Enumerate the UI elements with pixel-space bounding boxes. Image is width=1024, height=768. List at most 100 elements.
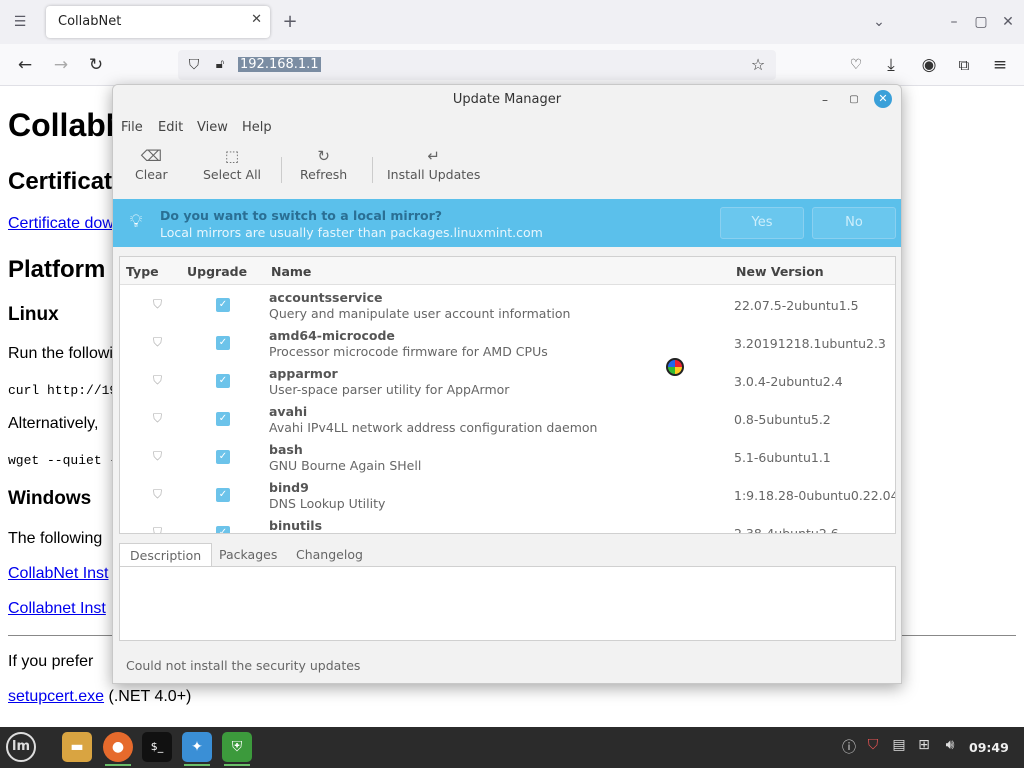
minimize-icon[interactable]: –	[816, 91, 834, 109]
shield-tray-icon[interactable]: ⛉	[864, 737, 882, 753]
package-name: apparmor	[269, 366, 338, 381]
refresh-button[interactable]: ↻ Refresh	[300, 147, 347, 182]
setupcert-link[interactable]: setupcert.exe	[8, 688, 104, 705]
firefox-icon[interactable]: ●	[103, 732, 133, 766]
maximize-icon[interactable]: ▢	[970, 12, 992, 32]
list-item[interactable]: ⛉ ✓ amd64-microcode Processor microcode …	[120, 325, 895, 363]
shield-icon: ⛉	[153, 297, 163, 311]
list-item[interactable]: ⛉ ✓ avahi Avahi IPv4LL network address c…	[120, 401, 895, 439]
terminal-icon[interactable]: $_	[142, 732, 172, 762]
upgrade-checkbox[interactable]: ✓	[216, 412, 230, 426]
alternatively-text: Alternatively,	[8, 415, 99, 432]
minimize-icon[interactable]: –	[943, 12, 965, 32]
download-icon[interactable]: ⤓	[879, 54, 903, 76]
clock[interactable]: 09:49	[969, 740, 1009, 755]
list-header: Type Upgrade Name New Version	[120, 257, 895, 285]
menu-view[interactable]: View	[197, 120, 228, 135]
tab-description[interactable]: Description	[119, 543, 213, 567]
updates-list[interactable]: Type Upgrade Name New Version ⛉ ✓ accoun…	[119, 256, 896, 534]
browser-tab-bar: ☰ CollabNet ✕ + ⌄ – ▢ ✕	[0, 0, 1024, 44]
select-all-label: Select All	[203, 167, 262, 182]
package-version: 1:9.18.28-0ubuntu0.22.04.1	[734, 488, 896, 503]
chevron-down-icon[interactable]: ⌄	[868, 12, 890, 32]
menu-help[interactable]: Help	[242, 120, 272, 135]
upgrade-checkbox[interactable]: ✓	[216, 336, 230, 350]
clear-icon: ⌫	[140, 147, 162, 165]
upgrade-checkbox[interactable]: ✓	[216, 298, 230, 312]
mirror-infobar: 💡︎ Do you want to switch to a local mirr…	[113, 199, 901, 247]
upgrade-checkbox[interactable]: ✓	[216, 450, 230, 464]
bookmark-star-icon[interactable]: ☆	[746, 54, 770, 76]
files-icon[interactable]: ▬	[62, 732, 92, 762]
platform-heading: Platform	[8, 256, 106, 283]
close-tab-icon[interactable]: ✕	[251, 12, 262, 27]
menu-file[interactable]: File	[121, 120, 143, 135]
collabnet-installer-link-1[interactable]: CollabNet Inst	[8, 565, 109, 583]
clear-button[interactable]: ⌫ Clear	[135, 147, 168, 182]
pocket-icon[interactable]: ♡	[844, 54, 868, 76]
url-text[interactable]: 192.168.1.1	[238, 57, 321, 72]
infobar-subtitle: Local mirrors are usually faster than pa…	[160, 225, 543, 240]
select-all-button[interactable]: ⬚ Select All	[203, 147, 261, 182]
menu-edit[interactable]: Edit	[158, 120, 183, 135]
back-icon[interactable]: ←	[13, 54, 37, 76]
status-text: Could not install the security updates	[126, 658, 361, 673]
prefer-text: If you prefer	[8, 653, 94, 670]
column-upgrade[interactable]: Upgrade	[187, 264, 247, 279]
list-item[interactable]: ⛉ ✓ binutils 2.38-4ubuntu2.6	[120, 515, 895, 533]
forward-icon[interactable]: →	[49, 54, 73, 76]
tab-title: CollabNet	[58, 14, 122, 29]
browser-tab[interactable]: CollabNet ✕	[46, 6, 270, 38]
insecure-lock-icon[interactable]: 🔓︎	[208, 54, 232, 76]
toolbar: ⌫ Clear ⬚ Select All ↻ Refresh ↵ Install…	[113, 143, 901, 193]
maximize-icon[interactable]: ▢	[845, 91, 863, 109]
column-name[interactable]: Name	[271, 264, 311, 279]
package-description: Query and manipulate user account inform…	[269, 306, 571, 321]
package-name: bash	[269, 442, 303, 457]
extensions-icon[interactable]: ⧉	[952, 54, 976, 76]
column-new-version[interactable]: New Version	[736, 264, 824, 279]
package-name: amd64-microcode	[269, 328, 395, 343]
update-manager-app-icon[interactable]: ✦	[182, 732, 212, 766]
close-icon[interactable]: ✕	[874, 90, 892, 108]
tab-list-icon[interactable]: ☰	[9, 12, 31, 32]
upgrade-checkbox[interactable]: ✓	[216, 374, 230, 388]
certificate-heading: Certificate	[8, 168, 126, 195]
install-updates-button[interactable]: ↵ Install Updates	[387, 147, 480, 182]
network-icon[interactable]: ⊞	[915, 737, 933, 753]
shield-icon: ⛉	[153, 373, 163, 387]
list-item[interactable]: ⛉ ✓ apparmor User-space parser utility f…	[120, 363, 895, 401]
tab-changelog[interactable]: Changelog	[286, 543, 373, 567]
no-button[interactable]: No	[812, 207, 896, 239]
package-name: bind9	[269, 480, 309, 495]
new-tab-icon[interactable]: +	[279, 12, 301, 32]
close-window-icon[interactable]: ✕	[997, 12, 1019, 32]
infobar-title: Do you want to switch to a local mirror?	[160, 208, 443, 223]
shield-icon[interactable]: ⛉	[182, 54, 206, 76]
column-type[interactable]: Type	[126, 264, 159, 279]
taskbar: lm ▬ ● $_ ✦ ⛨ ⓘ ⛉ ▤ ⊞ 🔊︎ 09:49	[0, 727, 1024, 768]
list-item[interactable]: ⛉ ✓ bind9 DNS Lookup Utility 1:9.18.28-0…	[120, 477, 896, 515]
url-bar[interactable]: ⛉ 🔓︎ 192.168.1.1 ☆	[178, 50, 776, 80]
tab-packages[interactable]: Packages	[209, 543, 287, 567]
package-version: 3.20191218.1ubuntu2.3	[734, 336, 886, 351]
following-text: The following	[8, 530, 103, 547]
collabnet-installer-link-2[interactable]: Collabnet Inst	[8, 600, 106, 618]
volume-icon[interactable]: 🔊︎	[941, 737, 959, 753]
pane-resize-handle[interactable]: • • • •	[120, 533, 896, 534]
window-titlebar[interactable]: Update Manager – ▢ ✕	[113, 85, 901, 115]
yes-button[interactable]: Yes	[720, 207, 804, 239]
list-item[interactable]: ⛉ ✓ accountsservice Query and manipulate…	[120, 287, 895, 325]
package-description: DNS Lookup Utility	[269, 496, 386, 511]
reload-icon[interactable]: ↻	[84, 54, 108, 76]
update-tray-icon[interactable]: ⓘ	[840, 737, 858, 757]
list-item[interactable]: ⛉ ✓ bash GNU Bourne Again SHell 5.1-6ubu…	[120, 439, 895, 477]
upgrade-checkbox[interactable]: ✓	[216, 488, 230, 502]
setupcert-suffix: (.NET 4.0+)	[108, 688, 192, 705]
mint-menu-icon[interactable]: lm	[6, 732, 36, 762]
account-icon[interactable]: ◉	[917, 54, 941, 76]
menu-icon[interactable]: ≡	[988, 54, 1012, 76]
shield-app-icon[interactable]: ⛨	[222, 732, 252, 766]
clipboard-icon[interactable]: ▤	[890, 737, 908, 753]
window-title: Update Manager	[452, 92, 562, 107]
